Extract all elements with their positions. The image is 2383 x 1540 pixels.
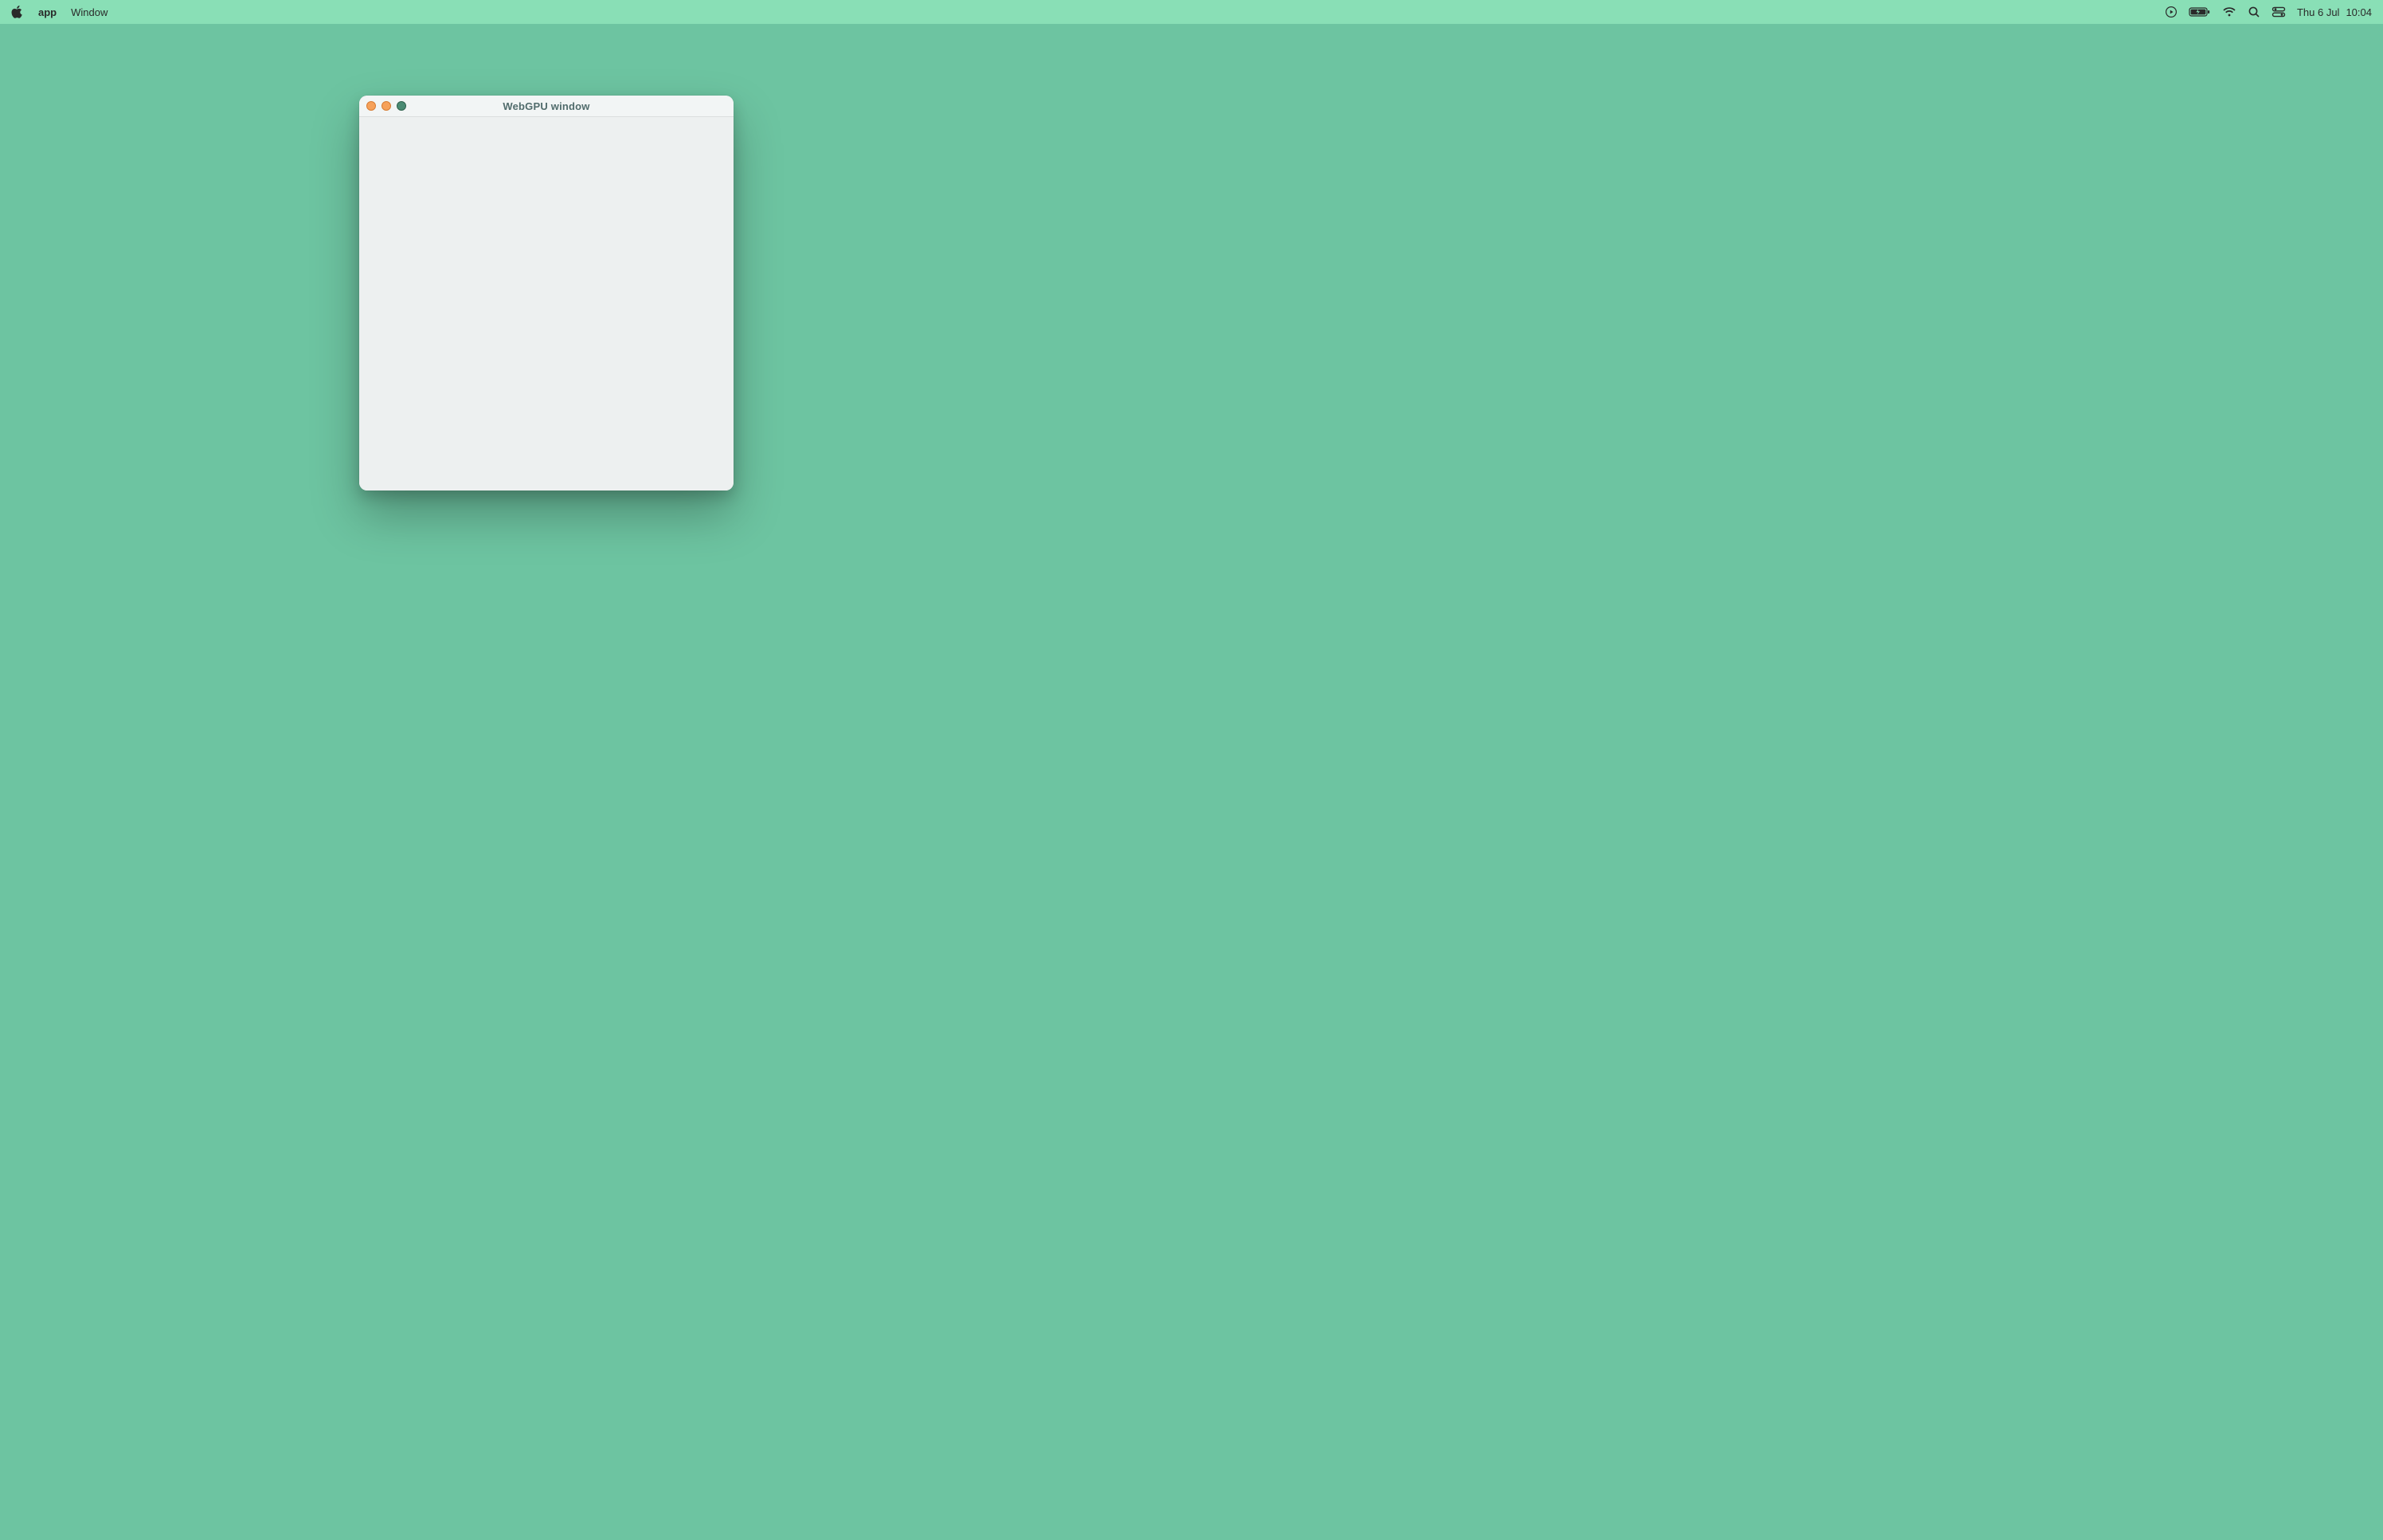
spotlight-search-icon[interactable] — [2248, 6, 2260, 18]
menubar-datetime[interactable]: Thu 6 Jul 10:04 — [2297, 6, 2372, 18]
menubar-left: app Window — [11, 6, 108, 18]
window-title: WebGPU window — [359, 100, 734, 112]
window-content — [359, 117, 734, 491]
menubar-date: Thu 6 Jul — [2297, 6, 2339, 18]
active-app-name[interactable]: app — [38, 6, 57, 18]
media-playback-icon[interactable] — [2165, 6, 2178, 18]
menubar-right: Thu 6 Jul 10:04 — [2165, 6, 2372, 18]
menu-item-window[interactable]: Window — [71, 6, 108, 18]
control-center-icon[interactable] — [2271, 6, 2286, 18]
wifi-icon[interactable] — [2222, 6, 2236, 18]
minimize-window-icon[interactable] — [382, 101, 391, 111]
close-window-icon[interactable] — [366, 101, 376, 111]
window-titlebar[interactable]: WebGPU window — [359, 96, 734, 117]
zoom-window-icon[interactable] — [397, 101, 406, 111]
app-window[interactable]: WebGPU window — [359, 96, 734, 491]
apple-logo-icon[interactable] — [11, 6, 24, 18]
menubar-time: 10:04 — [2346, 6, 2372, 18]
desktop: app Window — [0, 0, 2383, 1540]
menubar: app Window — [0, 0, 2383, 24]
battery-charging-icon[interactable] — [2189, 6, 2211, 18]
traffic-lights — [366, 96, 406, 116]
